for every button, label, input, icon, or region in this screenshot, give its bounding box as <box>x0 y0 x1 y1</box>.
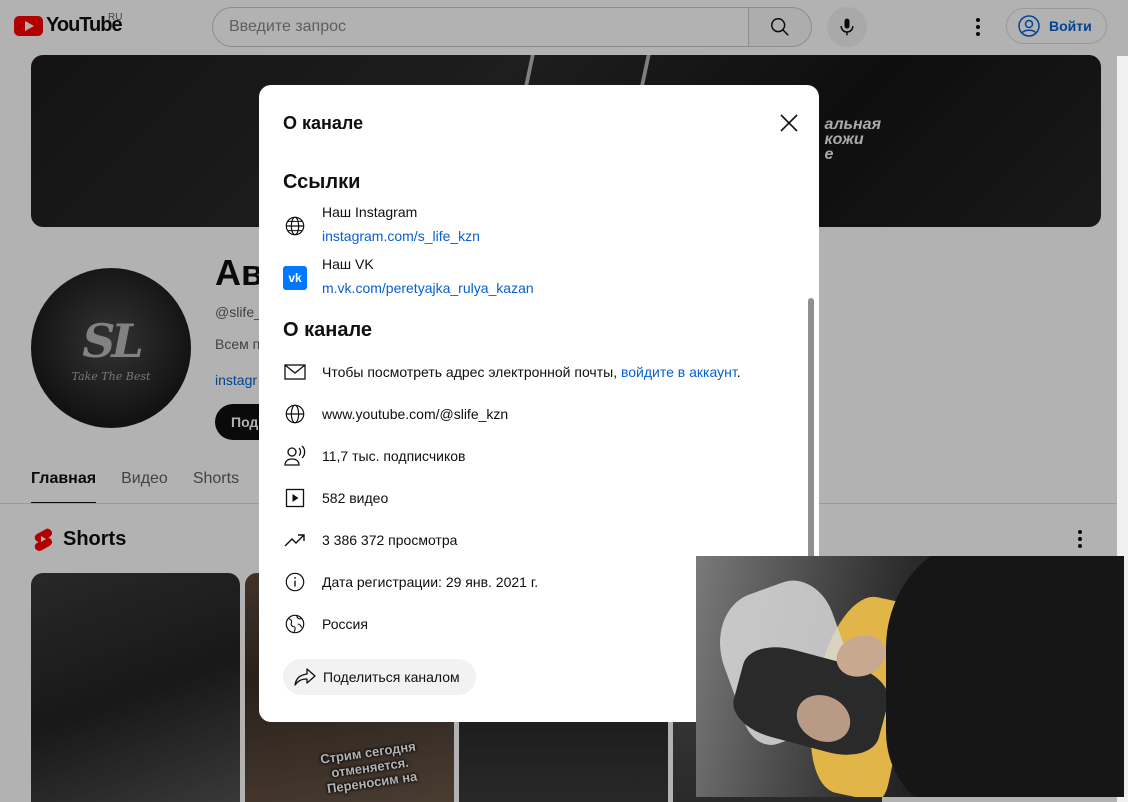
share-icon <box>294 668 316 686</box>
about-heading: О канале <box>283 319 373 341</box>
country-globe-icon <box>283 612 307 636</box>
info-icon <box>283 570 307 594</box>
share-label: Поделиться каналом <box>323 669 460 685</box>
link-item-instagram: Наш Instagram instagram.com/s_life_kzn <box>283 204 783 248</box>
link-url[interactable]: m.vk.com/peretyajka_rulya_kazan <box>322 280 534 296</box>
email-row: Чтобы посмотреть адрес электронной почты… <box>283 360 783 384</box>
join-date: Дата регистрации: 29 янв. 2021 г. <box>322 574 539 590</box>
trending-icon <box>283 528 307 552</box>
share-channel-button[interactable]: Поделиться каналом <box>283 659 476 695</box>
videos-row: 582 видео <box>283 486 783 510</box>
subscribers-icon <box>283 444 307 468</box>
country: Россия <box>322 616 368 632</box>
link-title: Наш VK <box>322 256 374 272</box>
link-item-vk: vk Наш VK m.vk.com/peretyajka_rulya_kaza… <box>283 256 783 300</box>
channel-url-row: www.youtube.com/@slife_kzn <box>283 402 783 426</box>
subscribers-row: 11,7 тыс. подписчиков <box>283 444 783 468</box>
globe-icon <box>283 402 307 426</box>
close-icon <box>780 114 798 132</box>
dialog-title: О канале <box>283 113 364 133</box>
globe-icon <box>283 214 307 238</box>
mail-icon <box>283 360 307 384</box>
views-row: 3 386 372 просмотра <box>283 528 783 552</box>
email-suffix: . <box>736 364 741 380</box>
channel-url[interactable]: www.youtube.com/@slife_kzn <box>322 406 508 422</box>
links-heading: Ссылки <box>283 171 361 193</box>
signin-link[interactable]: войдите в аккаунт <box>621 364 737 380</box>
link-url[interactable]: instagram.com/s_life_kzn <box>322 228 480 244</box>
vk-icon: vk <box>283 266 307 290</box>
video-frame-detail <box>886 556 1124 797</box>
link-title: Наш Instagram <box>322 204 418 220</box>
video-icon <box>283 486 307 510</box>
subscriber-count: 11,7 тыс. подписчиков <box>322 448 466 464</box>
email-text: Чтобы посмотреть адрес электронной почты… <box>322 364 741 380</box>
view-count: 3 386 372 просмотра <box>322 532 458 548</box>
close-button[interactable] <box>775 109 803 137</box>
video-count: 582 видео <box>322 490 389 506</box>
miniplayer-video[interactable] <box>696 556 1124 797</box>
email-prefix: Чтобы посмотреть адрес электронной почты… <box>322 364 621 380</box>
